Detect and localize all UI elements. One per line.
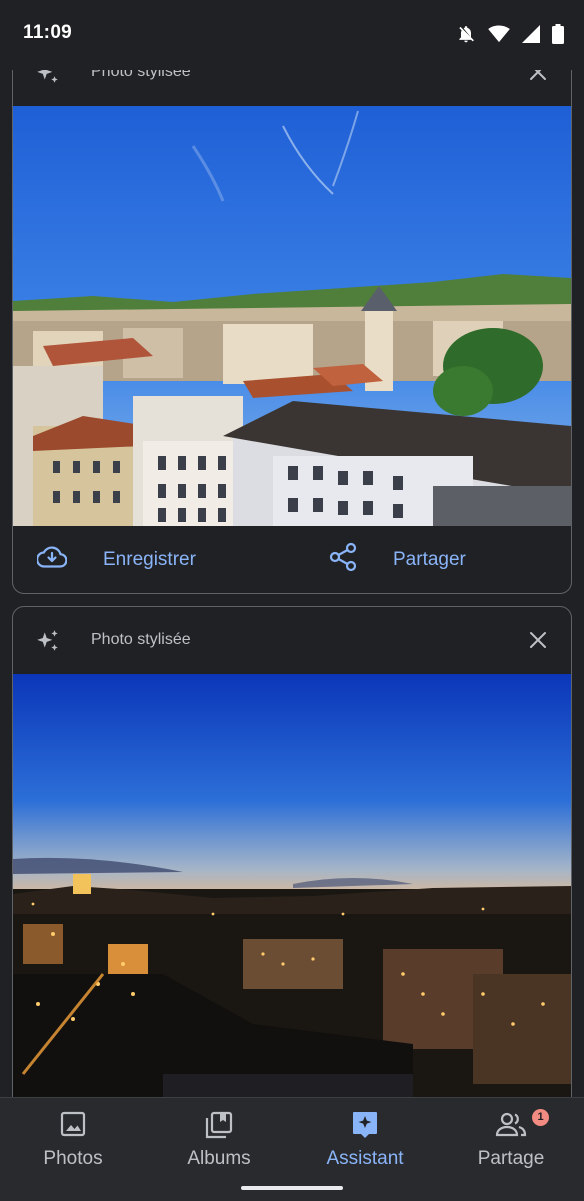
nav-label-albums: Albums <box>187 1148 251 1169</box>
albums-icon <box>204 1110 234 1140</box>
card-title: Photo stylisée <box>91 631 191 648</box>
battery-icon <box>552 24 564 44</box>
share-button-label: Partager <box>393 548 466 570</box>
nav-label-photos: Photos <box>43 1148 103 1169</box>
card-actions: Enregistrer Partager <box>13 526 571 593</box>
stylized-photo-card: Photo stylisée <box>12 38 572 594</box>
status-bar: 11:09 <box>0 0 584 70</box>
close-icon[interactable] <box>529 631 547 654</box>
share-icon <box>329 542 393 578</box>
notification-badge: 1 <box>532 1109 549 1126</box>
share-button[interactable]: Partager <box>329 526 466 593</box>
stylized-photo-day[interactable] <box>13 106 571 526</box>
nav-item-sharing[interactable]: 1 Partage <box>438 1098 584 1178</box>
nav-label-assistant: Assistant <box>326 1148 404 1169</box>
sparkle-icon <box>35 628 61 659</box>
nav-label-sharing: Partage <box>477 1148 545 1169</box>
nav-item-assistant[interactable]: Assistant <box>292 1098 438 1178</box>
nav-item-albums[interactable]: Albums <box>146 1098 292 1178</box>
photo-icon <box>59 1110 87 1140</box>
assistant-icon <box>351 1110 379 1140</box>
assistant-feed[interactable]: Photo stylisée Enregistrer Partager Phot… <box>0 0 584 1097</box>
stylized-photo-card: Photo stylisée <box>12 606 572 1097</box>
card-header: Photo stylisée <box>13 607 571 673</box>
save-button-label: Enregistrer <box>103 548 196 570</box>
home-indicator[interactable] <box>241 1186 343 1190</box>
nav-item-photos[interactable]: Photos <box>0 1098 146 1178</box>
cloud-download-icon <box>36 544 103 576</box>
stylized-photo-dusk[interactable] <box>13 674 571 1097</box>
signal-icon <box>522 25 540 43</box>
people-icon: 1 <box>495 1109 549 1140</box>
bell-off-icon <box>456 24 476 44</box>
wifi-icon <box>488 25 510 43</box>
status-icons <box>456 24 564 44</box>
status-time: 11:09 <box>23 22 73 43</box>
save-button[interactable]: Enregistrer <box>36 526 196 593</box>
